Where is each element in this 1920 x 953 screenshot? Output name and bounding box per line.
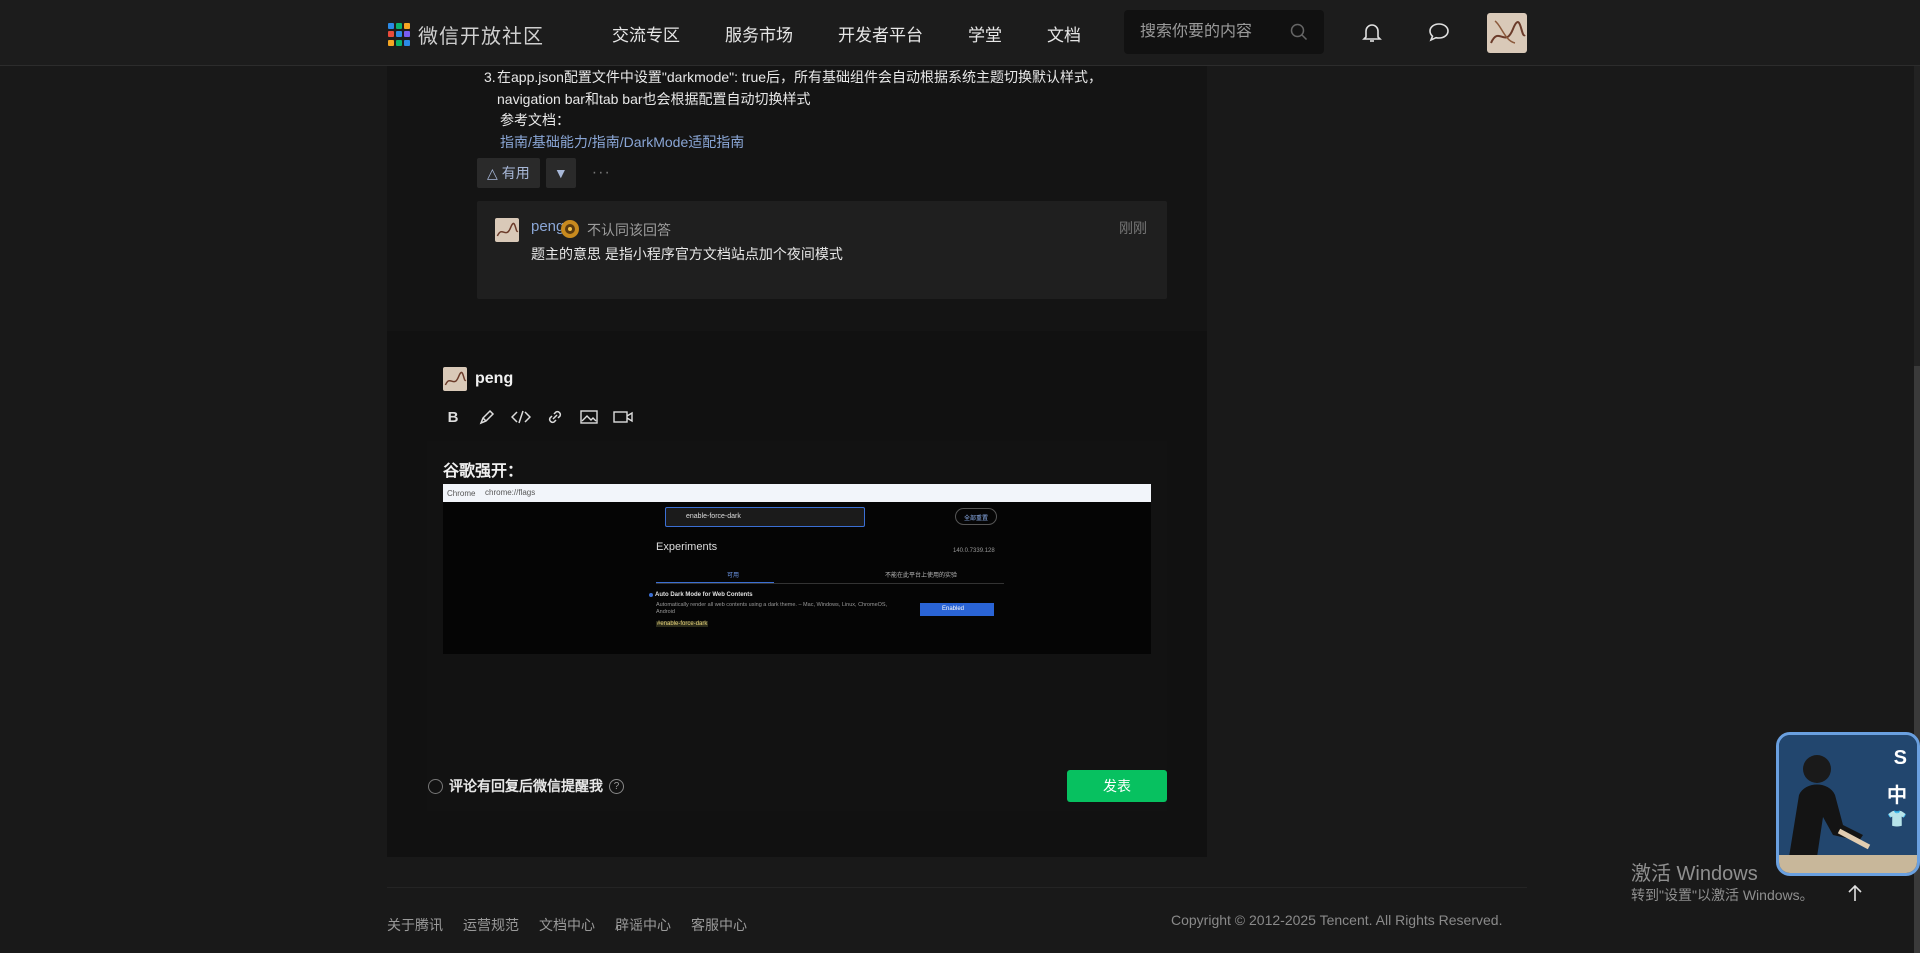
triangle-up-icon: △ [487, 164, 498, 181]
message-icon[interactable] [1427, 20, 1451, 44]
answer-text: 在app.json配置文件中设置"darkmode": true后，所有基础组件… [497, 69, 1103, 107]
floating-widget[interactable]: S 中 👕 [1776, 732, 1920, 876]
footer-links: 关于腾讯 运营规范 文档中心 辟谣中心 客服中心 [387, 915, 747, 935]
tab-underline [656, 582, 774, 583]
flags-title: Experiments [656, 541, 718, 553]
nav-developer[interactable]: 开发者平台 [838, 21, 923, 46]
nav-exchange[interactable]: 交流专区 [612, 21, 680, 46]
main-content: 3. 在app.json配置文件中设置"darkmode": true后，所有基… [387, 66, 1207, 857]
answer-block: 3. 在app.json配置文件中设置"darkmode": true后，所有基… [387, 66, 1207, 331]
ref-label: 参考文档： [500, 112, 570, 128]
widget-zh-icon: 中 [1887, 785, 1907, 807]
bell-icon[interactable] [1360, 20, 1384, 44]
footer-link-about[interactable]: 关于腾讯 [387, 915, 443, 935]
widget-shirt-icon: 👕 [1887, 811, 1907, 828]
remind-radio[interactable] [428, 778, 443, 794]
publish-button[interactable]: 发表 [1067, 770, 1167, 802]
search-input[interactable] [1140, 23, 1290, 41]
embedded-screenshot: Chrome chrome://flags enable-force-dark … [443, 484, 1151, 654]
footer-divider [387, 887, 1527, 888]
flags-search: enable-force-dark [665, 507, 865, 527]
flag-name: Auto Dark Mode for Web Contents [655, 592, 753, 598]
flag-select: Enabled [920, 603, 994, 616]
link-icon[interactable] [545, 407, 565, 427]
nav-docs[interactable]: 文档 [1047, 21, 1081, 46]
editor-user: peng [443, 367, 513, 391]
search-icon[interactable] [1290, 23, 1308, 41]
nav-academy[interactable]: 学堂 [968, 21, 1002, 46]
footer-link-rules[interactable]: 运营规范 [463, 915, 519, 935]
footer-link-service[interactable]: 客服中心 [691, 915, 747, 935]
editor-toolbar: B [443, 407, 633, 427]
browser-url: chrome://flags [485, 488, 536, 497]
comment-text: 题主的意思 是指小程序官方文档站点加个夜间模式 [531, 246, 843, 262]
useful-label: 有用 [501, 165, 530, 181]
browser-bar: Chrome chrome://flags [443, 484, 1151, 502]
triangle-down-icon: ▼ [553, 165, 568, 181]
windows-watermark-subtitle: 转到"设置"以激活 Windows。 [1631, 887, 1814, 903]
browser-tab-label: Chrome [447, 489, 476, 498]
footer-link-rumor[interactable]: 辟谣中心 [615, 915, 671, 935]
useful-button[interactable]: △ 有用 [477, 158, 540, 188]
widget-s-icon: S [1893, 747, 1907, 769]
back-to-top-icon[interactable] [1844, 882, 1866, 904]
flags-version: 140.0.7339.128 [953, 548, 995, 554]
editor-avatar [443, 367, 467, 391]
copyright: Copyright © 2012-2025 Tencent. All Right… [1171, 912, 1503, 928]
ref-doc-link[interactable]: 指南/基础能力/指南/DarkMode适配指南 [500, 132, 744, 152]
code-icon[interactable] [511, 407, 531, 427]
editor-content-text: 谷歌强开： [443, 463, 524, 480]
image-icon[interactable] [579, 407, 599, 427]
list-number: 3. [484, 69, 496, 85]
remind-option: 评论有回复后微信提醒我 ? [428, 776, 624, 796]
answer-list-item: 3. 在app.json配置文件中设置"darkmode": true后，所有基… [484, 66, 1134, 110]
flags-reset: 全部重置 [955, 508, 997, 525]
footer-link-docs[interactable]: 文档中心 [539, 915, 595, 935]
comment-card: peng 不认同该回答 刚刚 题主的意思 是指小程序官方文档站点加个夜间模式 [477, 201, 1167, 299]
comment-time: 刚刚 [1119, 220, 1147, 236]
flag-tag: #enable-force-dark [656, 621, 709, 627]
editor-username: peng [475, 370, 514, 387]
comment-avatar[interactable] [495, 218, 519, 242]
tab-divider [656, 583, 1004, 584]
flags-tab-unavailable: 不能在此平台上使用的实验 [885, 573, 958, 579]
user-avatar[interactable] [1487, 13, 1527, 53]
highlight-icon[interactable] [477, 407, 497, 427]
logo-icon [388, 22, 410, 47]
disagree-label: 不认同该回答 [587, 222, 671, 238]
vote-bar: △ 有用 ▼ ··· [477, 158, 611, 188]
badge-icon [561, 220, 579, 238]
downvote-button[interactable]: ▼ [545, 158, 576, 188]
windows-watermark-title: 激活 Windows [1631, 863, 1758, 885]
top-navbar: 微信开放社区 交流专区 服务市场 开发者平台 学堂 文档 [0, 0, 1920, 66]
flags-tab-available: 可用 [727, 573, 740, 579]
flag-desc: Automatically render all web contents us… [656, 602, 888, 615]
help-icon[interactable]: ? [609, 778, 624, 794]
main-nav: 交流专区 服务市场 开发者平台 学堂 文档 [612, 0, 1126, 66]
search-box [1124, 10, 1324, 54]
site-logo[interactable]: 微信开放社区 [388, 20, 544, 49]
remind-label: 评论有回复后微信提醒我 [449, 778, 603, 794]
more-icon[interactable]: ··· [592, 164, 611, 182]
video-icon[interactable] [613, 407, 633, 427]
nav-market[interactable]: 服务市场 [725, 21, 793, 46]
bold-icon[interactable]: B [443, 407, 463, 427]
logo-text: 微信开放社区 [418, 26, 544, 48]
flag-dot [649, 593, 653, 597]
